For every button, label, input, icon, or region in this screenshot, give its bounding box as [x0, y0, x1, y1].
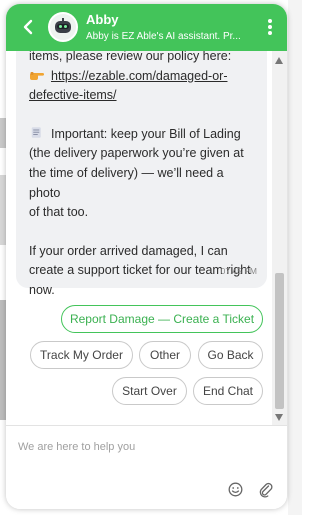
- start-over-button[interactable]: Start Over: [112, 377, 187, 405]
- robot-avatar-icon: [50, 14, 76, 40]
- end-chat-button[interactable]: End Chat: [193, 377, 263, 405]
- chat-scrollbar[interactable]: [272, 51, 287, 425]
- menu-button[interactable]: [267, 18, 273, 36]
- track-order-button[interactable]: Track My Order: [30, 341, 133, 369]
- message-text: (the delivery paperwork you’re given at: [29, 146, 244, 161]
- smiley-icon[interactable]: [228, 482, 243, 497]
- other-button[interactable]: Other: [139, 341, 191, 369]
- scroll-up-icon[interactable]: [275, 57, 283, 64]
- vertical-dots-icon: [268, 19, 272, 23]
- message-text: the time of delivery) — we’ll need a pho…: [29, 165, 224, 200]
- message-list[interactable]: items, please review our policy here: ht…: [6, 51, 272, 425]
- bot-message: items, please review our policy here: ht…: [16, 51, 267, 297]
- agent-subtitle: Abby is EZ Able's AI assistant. Pr...: [86, 31, 241, 42]
- chat-widget: Abby Abby is EZ Able's AI assistant. Pr.…: [6, 4, 287, 509]
- message-timestamp: 07:45 PM: [220, 266, 257, 277]
- back-button[interactable]: [20, 17, 38, 37]
- document-icon: [31, 127, 41, 138]
- message-input[interactable]: [16, 436, 260, 458]
- paperclip-icon[interactable]: [258, 481, 273, 498]
- message-composer: [6, 425, 287, 509]
- avatar: [48, 12, 78, 42]
- agent-name: Abby: [86, 12, 119, 27]
- policy-link-continued[interactable]: defective-items/: [29, 88, 117, 102]
- message-text: If your order arrived damaged, I can: [29, 243, 228, 258]
- message-text: items, please review our policy here:: [29, 51, 232, 63]
- scrollbar-thumb[interactable]: [275, 273, 284, 409]
- chevron-left-icon: [23, 19, 33, 35]
- scroll-down-icon[interactable]: [275, 414, 283, 421]
- report-damage-button[interactable]: Report Damage — Create a Ticket: [61, 305, 263, 333]
- chat-header: Abby Abby is EZ Able's AI assistant. Pr.…: [6, 4, 287, 51]
- message-text: of that too.: [29, 205, 89, 220]
- policy-link[interactable]: https://ezable.com/damaged-or-: [51, 69, 227, 83]
- message-text: Important: keep your Bill of Lading: [51, 126, 241, 141]
- background-page-scroll: [288, 0, 302, 515]
- message-text: now.: [29, 282, 55, 297]
- pointing-hand-icon: [30, 71, 44, 80]
- go-back-button[interactable]: Go Back: [198, 341, 263, 369]
